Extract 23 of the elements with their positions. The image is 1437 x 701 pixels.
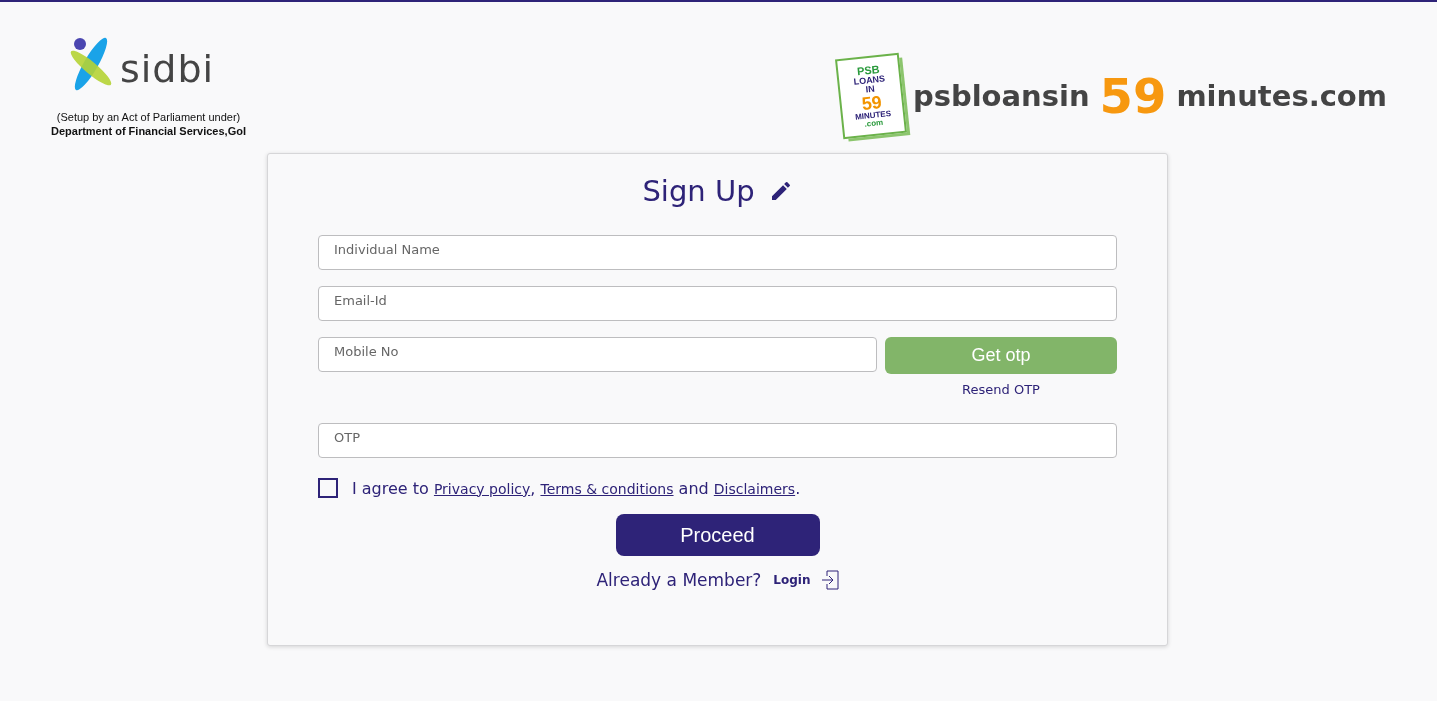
member-text: Already a Member? — [596, 570, 762, 590]
badge-text: IN — [865, 84, 876, 94]
agreement-checkbox[interactable] — [318, 478, 338, 498]
agreement-text: I agree to Privacy policy, Terms & conditions and Disclaimers. — [352, 478, 801, 498]
resend-otp-link[interactable]: Resend OTP — [962, 382, 1040, 397]
login-icon — [820, 570, 839, 590]
proceed-button[interactable]: Proceed — [615, 514, 820, 556]
login-link[interactable]: Login — [773, 570, 839, 590]
policy-link[interactable]: Terms & conditions — [540, 480, 674, 497]
mobile-field[interactable]: Mobile No — [318, 337, 877, 372]
input-field[interactable]: OTP — [318, 423, 1117, 458]
logo-number: 59 — [1099, 72, 1167, 120]
logo-wordmark: minutes.com — [1176, 81, 1387, 111]
policy-link[interactable]: Privacy policy — [433, 480, 531, 497]
policy-link[interactable]: Disclaimers — [713, 480, 796, 497]
logo-wordmark: psbloansin — [912, 81, 1090, 111]
input-field[interactable]: Individual Name — [318, 235, 1117, 270]
input-field[interactable]: Email-Id — [318, 286, 1117, 321]
logo-wordmark: sidbi — [120, 50, 215, 92]
logo-caption: Department of Financial Services,GoI — [51, 124, 246, 138]
badge-text: PSB — [856, 63, 880, 77]
logo-caption: (Setup by an Act of Parliament under) — [56, 110, 241, 124]
form-title: Sign Up — [642, 174, 755, 208]
